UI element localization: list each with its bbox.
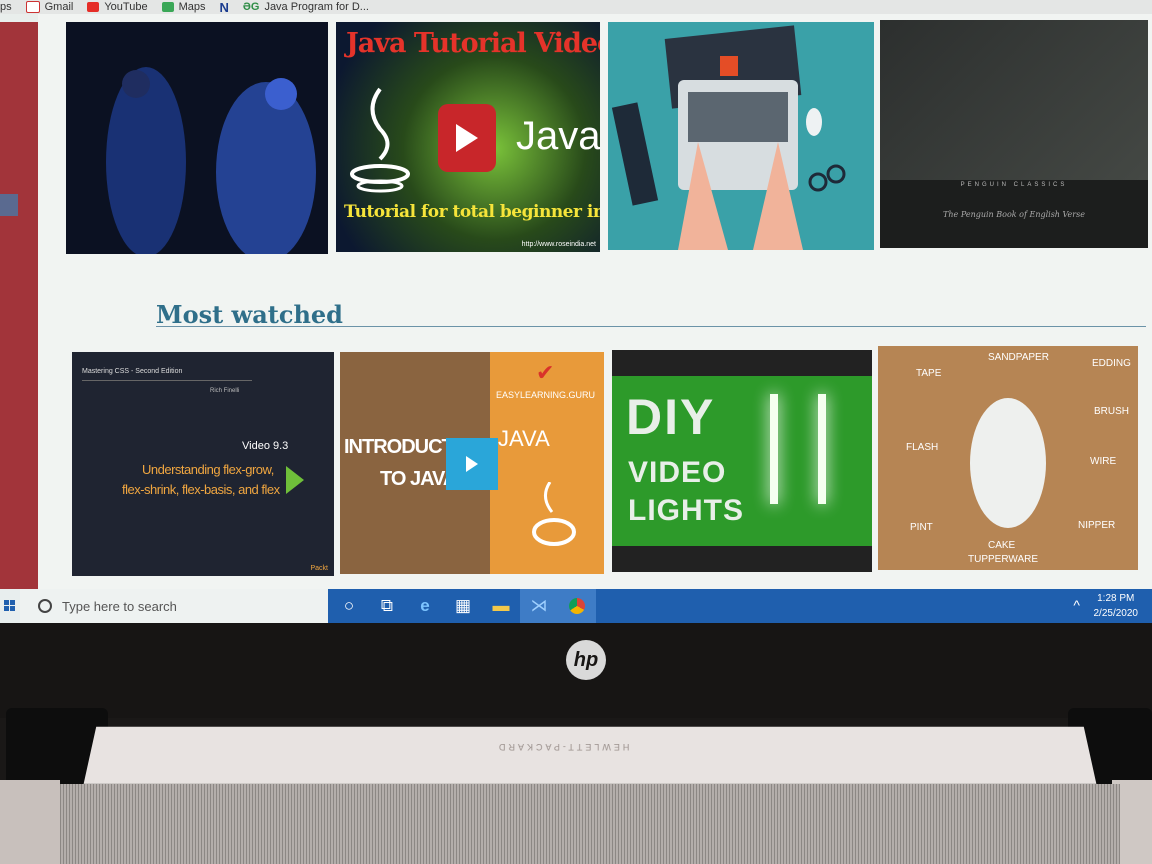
diy-line2: VIDEO — [628, 456, 727, 489]
vscode-icon[interactable]: ⋊ — [520, 589, 558, 623]
bookmark-maps[interactable]: Maps — [161, 1, 206, 13]
video-thumb-intro-java[interactable]: ✔ EASYLEARNING.GURU INTRODUCTION TO JAVA… — [340, 352, 604, 574]
task-view-icon[interactable]: ⧉ — [368, 589, 406, 623]
youtube-icon — [87, 2, 100, 12]
dance-image — [66, 22, 328, 254]
java-cup-icon — [350, 84, 410, 194]
clock-date: 2/25/2020 — [1093, 608, 1139, 619]
tool-edding: EDDING — [1092, 358, 1131, 369]
tool-brush: BRUSH — [1094, 406, 1130, 417]
windows-taskbar: Type here to search ○ ⧉ e ▦ ▬ ⋊ ^ 1:28 P… — [0, 589, 1152, 623]
play-icon — [438, 104, 496, 172]
tool-tape: TAPE — [916, 368, 942, 379]
video-thumb-diy-lights[interactable]: DIY VIDEO LIGHTS — [612, 350, 872, 572]
intro-line2: TO JAVA — [380, 468, 457, 490]
css-author: Rich Finelli — [210, 388, 240, 394]
checkmark-icon: ✔ — [536, 360, 555, 385]
video-thumb-mastering-css[interactable]: Mastering CSS - Second Edition Rich Fine… — [72, 352, 334, 576]
css-video-number: Video 9.3 — [242, 440, 289, 452]
video-play-button[interactable] — [446, 438, 498, 490]
tool-tupperware: TUPPERWARE — [968, 554, 1039, 565]
speaker-grille — [60, 784, 1120, 864]
java-word: Java — [516, 114, 600, 158]
diy-line3: LIGHTS — [628, 494, 744, 527]
section-divider — [156, 326, 1146, 327]
video-thumb-penguin-book[interactable]: PENGUIN CLASSICS The Penguin Book of Eng… — [880, 20, 1148, 248]
search-icon — [38, 599, 52, 613]
file-explorer-icon[interactable]: ▬ — [482, 589, 520, 623]
java-url: http://www.roseindia.net — [521, 241, 596, 248]
bookmark-apps[interactable]: ps — [0, 1, 12, 13]
ring-light — [970, 398, 1046, 528]
hp-logo: hp — [566, 640, 606, 680]
java-subtitle: Tutorial for total beginner in Java — [344, 202, 600, 222]
bookmarks-bar: ps Gmail YouTube Maps N ƏG Java Program f… — [0, 0, 1152, 15]
hewlett-packard-brand: HEWLETT-PACKARD — [496, 742, 630, 752]
video-thumb-html5-laptop[interactable] — [608, 22, 874, 250]
play-arrow-icon — [286, 466, 304, 494]
coffee-cup-icon — [530, 481, 582, 552]
css-line2: flex-shrink, flex-basis, and flex — [122, 482, 280, 497]
tool-cake: CAKE — [988, 540, 1016, 551]
cortana-icon[interactable]: ○ — [330, 589, 368, 623]
taskbar-clock[interactable]: 1:28 PM 2/25/2020 — [1094, 589, 1139, 623]
search-placeholder: Type here to search — [62, 598, 177, 614]
tool-wire: WIRE — [1090, 456, 1117, 467]
video-thumb-java-tutorial[interactable]: Java Tutorial Videos Java Tutorial for t… — [336, 22, 600, 252]
easylearning-label: EASYLEARNING.GURU — [496, 390, 596, 400]
css-heading: Mastering CSS - Second Edition — [82, 368, 183, 375]
maps-icon — [161, 2, 174, 12]
bookmark-youtube[interactable]: YouTube — [87, 1, 148, 13]
css-line1: Understanding flex-grow, — [142, 462, 274, 477]
video-thumb-dance[interactable] — [66, 22, 328, 254]
video-thumb-tools[interactable]: TAPE SANDPAPER EDDING BRUSH FLASH WIRE P… — [878, 346, 1138, 570]
bookmark-n[interactable]: N — [220, 0, 229, 15]
diy-line1: DIY — [626, 389, 716, 445]
edge-icon[interactable]: e — [406, 589, 444, 623]
section-title-most-watched: Most watched — [156, 300, 343, 329]
gmail-icon — [25, 1, 40, 13]
start-button[interactable] — [0, 589, 20, 623]
penguin-series: PENGUIN CLASSICS — [960, 182, 1068, 188]
chrome-icon[interactable] — [558, 589, 596, 623]
laptop-base — [83, 726, 1097, 784]
bookmark-gmail[interactable]: Gmail — [25, 1, 73, 13]
n-icon: N — [219, 0, 229, 15]
java-title: Java Tutorial Videos — [346, 28, 600, 59]
book-title: The Penguin Book of English Verse — [943, 210, 1085, 219]
geeksforgeeks-icon: ƏG — [242, 1, 260, 13]
chevron-up-icon[interactable]: ^ — [1073, 597, 1080, 613]
java-right-label: JAVA — [498, 426, 550, 451]
windows-icon — [4, 600, 15, 611]
tool-pint: PINT — [910, 522, 933, 533]
tool-flash: FLASH — [906, 442, 939, 453]
bookmark-java-program[interactable]: ƏG Java Program for D... — [243, 1, 369, 13]
packt-logo: Packt — [310, 565, 328, 572]
tool-sandpaper: SANDPAPER — [988, 352, 1049, 363]
clock-time: 1:28 PM — [1097, 593, 1135, 604]
tool-nipper: NIPPER — [1078, 520, 1116, 531]
laptop-illustration — [608, 22, 874, 250]
taskbar-search-box[interactable]: Type here to search — [20, 589, 328, 623]
taskbar-icons: ○ ⧉ e ▦ ▬ ⋊ — [330, 589, 596, 623]
screen: ps Gmail YouTube Maps N ƏG Java Program f… — [0, 0, 1152, 628]
store-icon[interactable]: ▦ — [444, 589, 482, 623]
